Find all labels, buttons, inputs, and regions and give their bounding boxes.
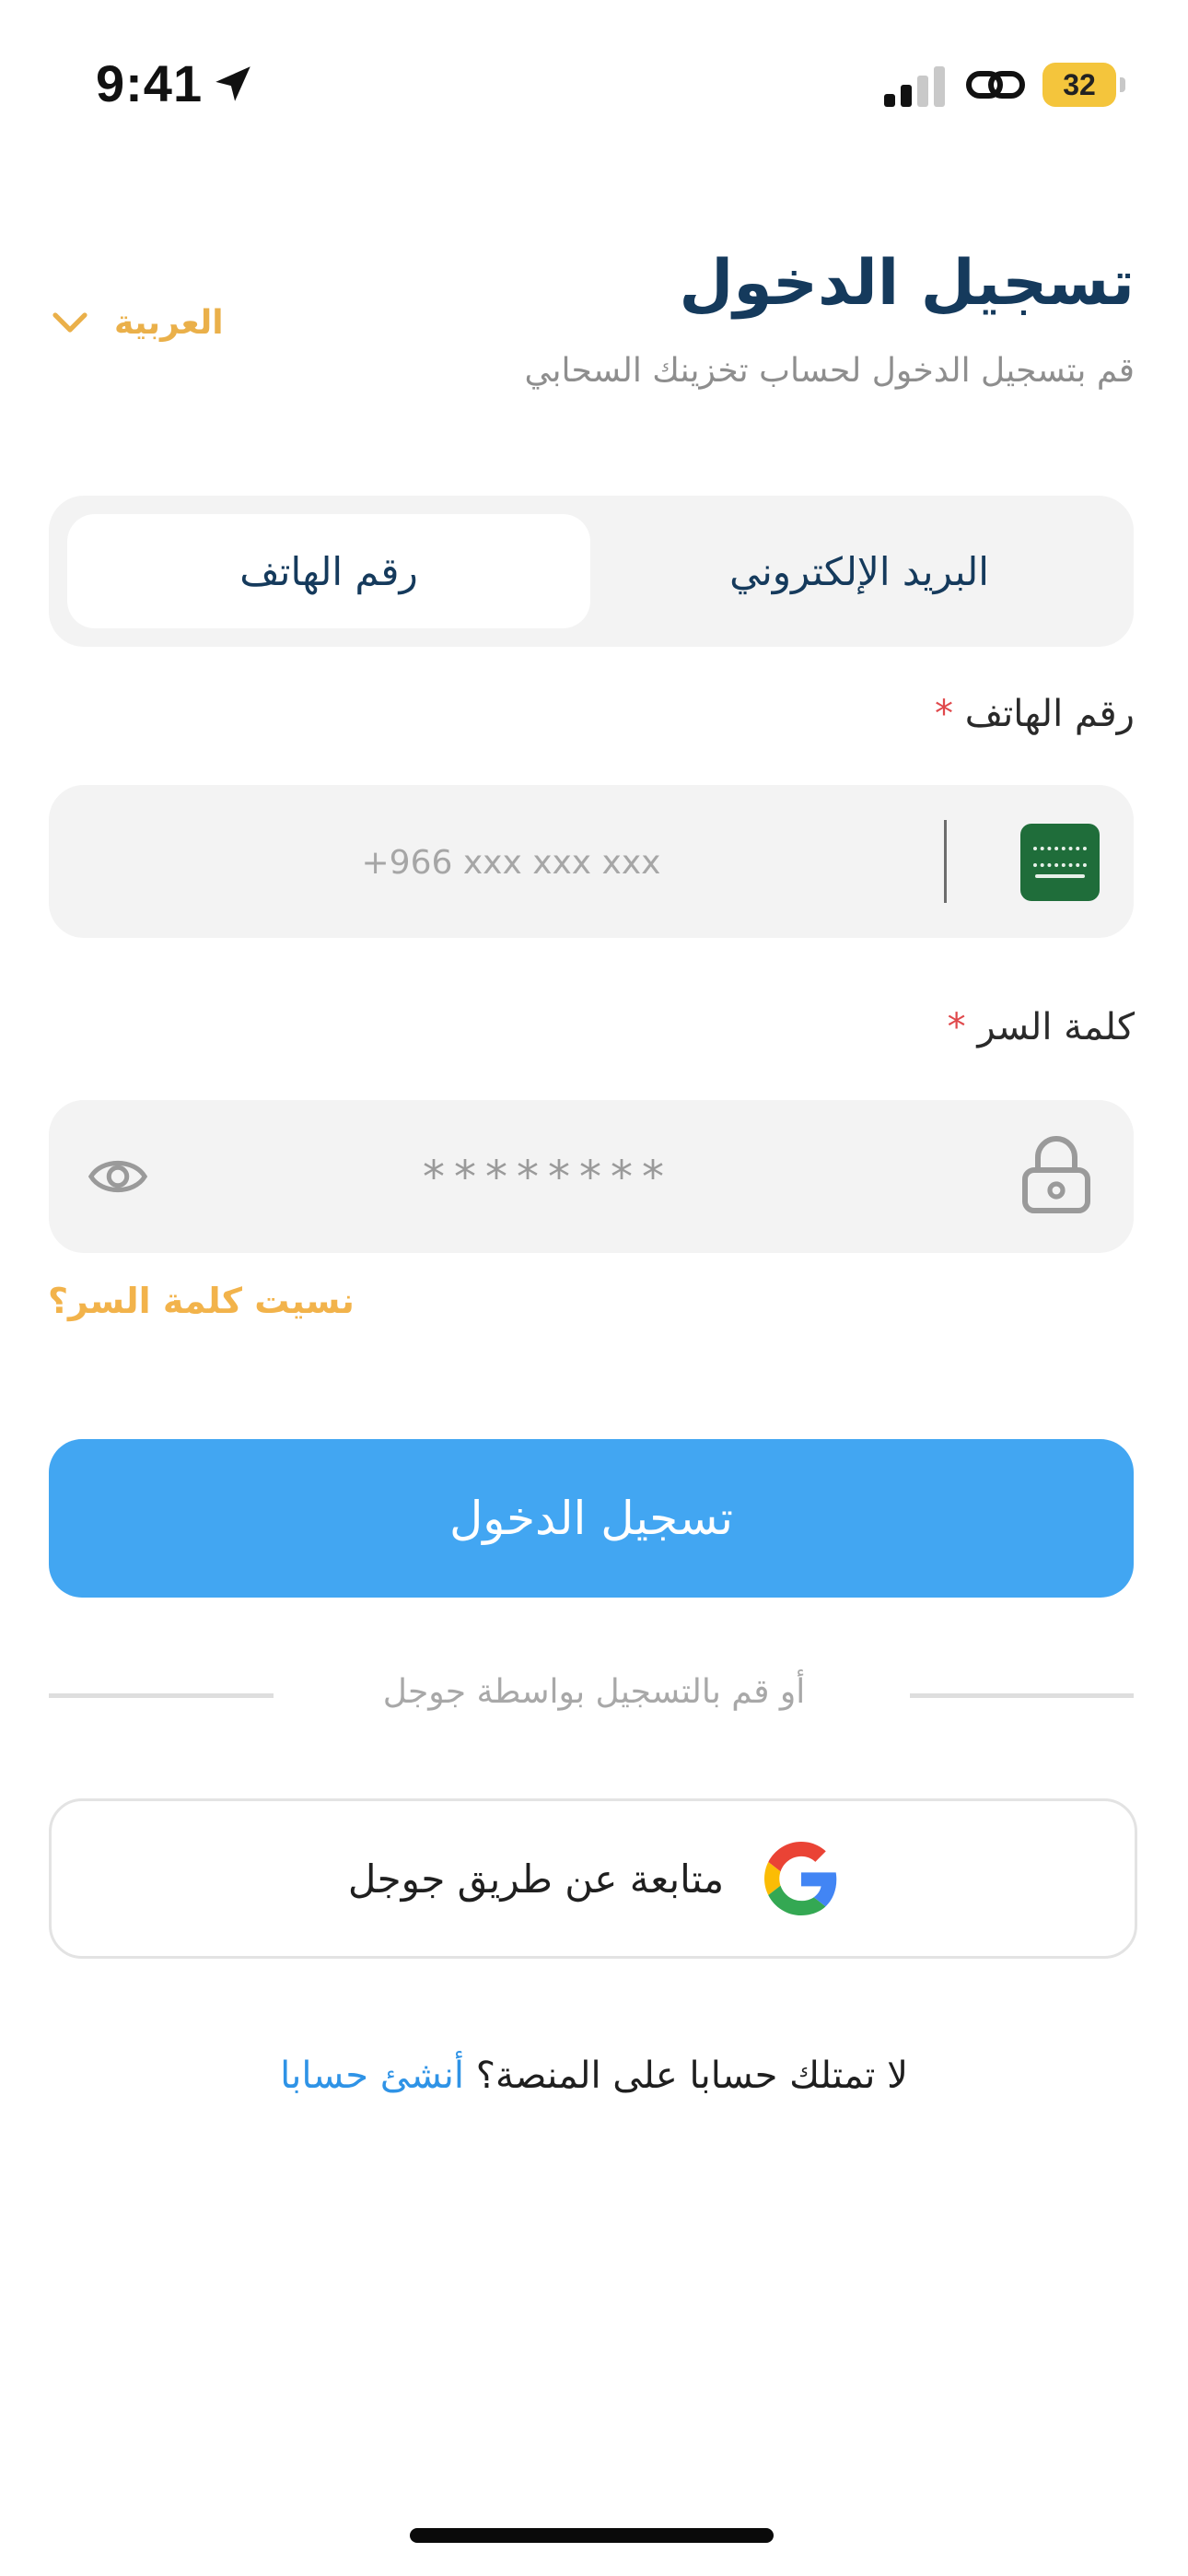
language-selector[interactable]: العربية [52,295,224,350]
login-button[interactable]: تسجيل الدخول [49,1439,1134,1598]
language-label: العربية [114,303,224,342]
create-account-link[interactable]: أنشئ حسابا [280,2055,464,2097]
separator-line-left [49,1693,274,1698]
phone-label-text: رقم الهاتف [964,693,1135,735]
battery-icon: 32 [1042,63,1127,109]
saudi-flag-icon[interactable] [1020,824,1100,901]
chevron-down-icon [52,312,87,333]
field-divider [944,820,947,903]
phone-field [49,785,1134,940]
tab-phone-number[interactable]: رقم الهاتف [67,514,590,628]
link-icon [966,71,1025,99]
password-label-text: كلمة السر [977,1006,1135,1048]
phone-field-label: رقم الهاتف * [935,693,1135,735]
password-field [49,1100,1134,1255]
home-indicator[interactable] [410,2528,774,2543]
separator-text: أو قم بالتسجيل بواسطة جوجل [382,1673,806,1711]
battery-level: 32 [1063,68,1096,101]
login-method-tabs: رقم الهاتف البريد الإلكتروني [49,496,1134,647]
password-field-label: كلمة السر * [948,1006,1135,1048]
page-subtitle: قم بتسجيل الدخول لحساب تخزينك السحابي [524,352,1135,390]
eye-icon[interactable] [86,1144,150,1209]
google-icon [764,1842,837,1915]
page-title: تسجيل الدخول [679,247,1135,320]
tab-email[interactable]: البريد الإلكتروني [601,514,1117,628]
password-input[interactable] [233,1100,863,1255]
required-mark: * [947,1006,966,1048]
phone-input[interactable] [233,785,789,940]
forgot-password-link[interactable]: نسيت كلمة السر؟ [48,1281,355,1321]
status-time: 9:41 [96,54,204,112]
google-button-label: متابعة عن طريق جوجل [347,1856,725,1902]
signal-icon [884,66,945,107]
location-arrow-icon [215,66,250,101]
google-signin-button[interactable]: متابعة عن طريق جوجل [49,1798,1137,1959]
required-mark: * [935,693,954,735]
signup-prompt-text: لا تمتلك حسابا على المنصة؟ [464,2055,908,2097]
signup-prompt: لا تمتلك حسابا على المنصة؟ أنشئ حسابا [0,2055,1188,2097]
separator-line-right [910,1693,1134,1698]
lock-icon [1022,1136,1090,1213]
